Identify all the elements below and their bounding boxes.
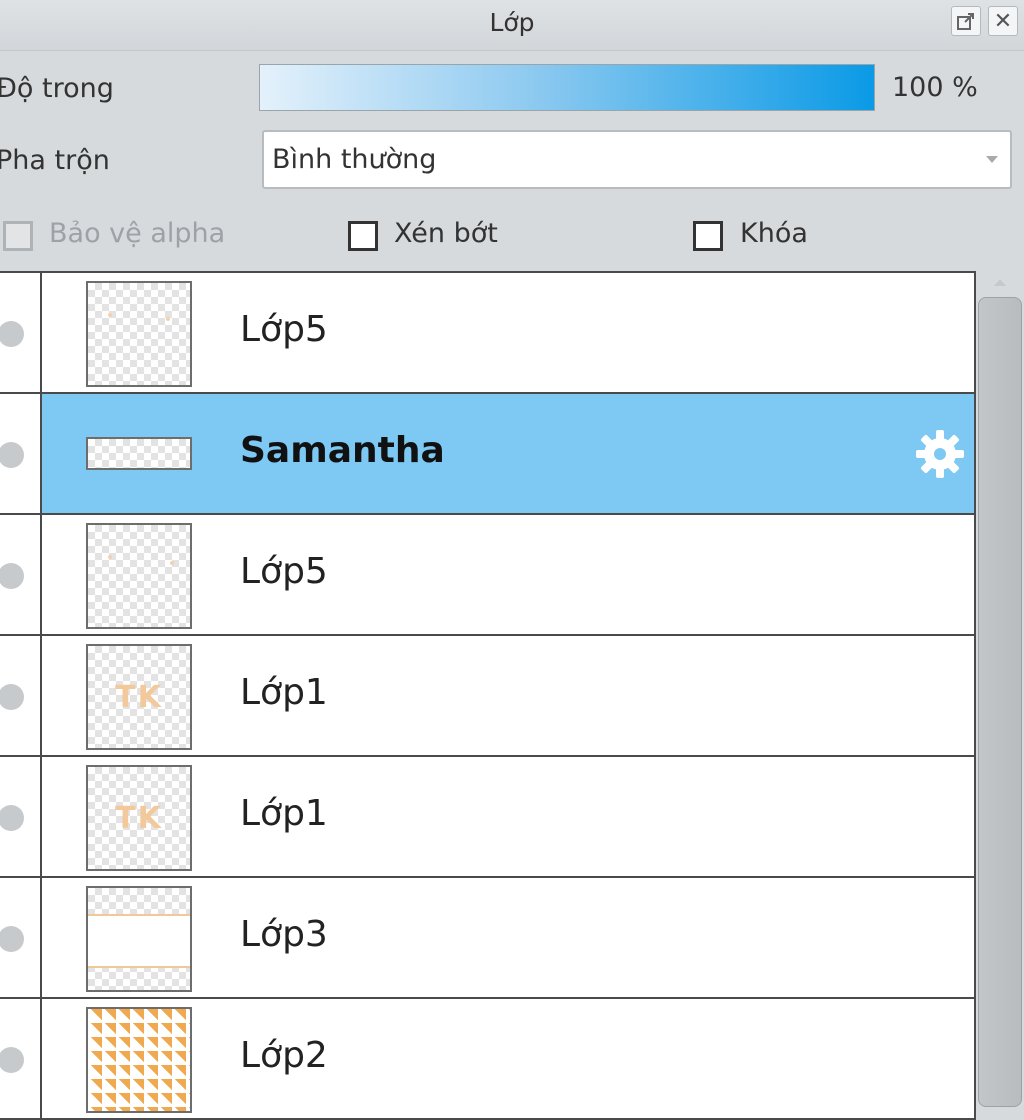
layer-name: Lớp5 xyxy=(240,309,328,350)
layer-thumbnail xyxy=(86,886,192,992)
visibility-toggle-icon[interactable] xyxy=(0,1047,24,1073)
layer-thumbnail: TK xyxy=(86,644,192,750)
layer-row-body[interactable]: TK Lớp1 xyxy=(42,636,974,755)
gear-icon[interactable] xyxy=(912,426,968,482)
layer-name: Lớp5 xyxy=(240,551,328,592)
layer-row-body[interactable]: Samantha xyxy=(42,394,974,513)
thumb-speck xyxy=(170,561,174,565)
opacity-value: 100 % xyxy=(892,72,978,103)
layer-list-scrollbar[interactable] xyxy=(976,271,1024,1120)
layer-thumbnail xyxy=(86,1007,192,1113)
opacity-slider[interactable] xyxy=(259,64,875,111)
panel-titlebar: Lớp ✕ xyxy=(0,0,1024,51)
layer-name: Lớp2 xyxy=(240,1035,328,1076)
chevron-down-icon xyxy=(986,156,998,163)
layer-row-body[interactable]: Lớp2 xyxy=(42,999,974,1118)
panel-title: Lớp xyxy=(489,8,535,37)
layer-row-body[interactable]: Lớp5 xyxy=(42,273,974,392)
layer-name: Samantha xyxy=(240,430,445,471)
layer-row[interactable]: Lớp5 xyxy=(0,515,974,636)
layer-thumbnail xyxy=(86,281,192,387)
thumb-speck xyxy=(108,313,112,317)
visibility-toggle-icon[interactable] xyxy=(0,926,24,952)
protect-alpha-checkbox[interactable] xyxy=(3,221,33,251)
visibility-toggle-icon[interactable] xyxy=(0,563,24,589)
blend-mode-value: Bình thường xyxy=(272,144,437,175)
lock-label: Khóa xyxy=(740,218,808,249)
close-icon[interactable]: ✕ xyxy=(988,6,1018,36)
thumb-speck xyxy=(108,555,112,559)
layer-row[interactable]: Lớp2 xyxy=(0,999,974,1120)
lock-checkbox[interactable] xyxy=(693,221,723,251)
thumb-text: TK xyxy=(115,680,163,715)
layer-row-body[interactable]: TK Lớp1 xyxy=(42,757,974,876)
popout-icon[interactable] xyxy=(951,6,981,36)
popout-icon-graphic xyxy=(957,13,974,30)
visibility-toggle-icon[interactable] xyxy=(0,442,24,468)
layer-name: Lớp3 xyxy=(240,914,328,955)
visibility-toggle-icon[interactable] xyxy=(0,805,24,831)
blend-mode-select[interactable]: Bình thường xyxy=(262,130,1012,189)
layer-row[interactable]: TK Lớp1 xyxy=(0,636,974,757)
layer-row[interactable]: Lớp3 xyxy=(0,878,974,999)
layer-list: Lớp5 Samantha Lớp5 TK Lớp1 TK Lớp1 Lớp3 … xyxy=(0,271,976,1120)
opacity-label: Độ trong xyxy=(0,73,114,104)
layer-name: Lớp1 xyxy=(240,793,328,834)
visibility-toggle-icon[interactable] xyxy=(0,321,24,347)
layer-row-body[interactable]: Lớp3 xyxy=(42,878,974,997)
layer-row-body[interactable]: Lớp5 xyxy=(42,515,974,634)
layer-row[interactable]: Lớp5 xyxy=(0,273,974,394)
layer-thumbnail: TK xyxy=(86,765,192,871)
clipping-label: Xén bớt xyxy=(394,218,498,249)
visibility-toggle-icon[interactable] xyxy=(0,684,24,710)
blend-mode-label: Pha trộn xyxy=(0,145,110,176)
thumb-text: TK xyxy=(115,801,163,836)
layer-thumbnail xyxy=(86,523,192,629)
clipping-checkbox[interactable] xyxy=(348,221,378,251)
protect-alpha-label: Bảo vệ alpha xyxy=(49,218,226,249)
scrollbar-thumb[interactable] xyxy=(978,297,1022,1107)
layer-row[interactable]: TK Lớp1 xyxy=(0,757,974,878)
layer-row[interactable]: Samantha xyxy=(0,394,974,515)
layer-thumbnail xyxy=(86,437,192,470)
scroll-up-icon[interactable] xyxy=(994,279,1006,286)
thumb-band xyxy=(88,914,190,968)
thumb-speck xyxy=(166,317,170,321)
layer-name: Lớp1 xyxy=(240,672,328,713)
